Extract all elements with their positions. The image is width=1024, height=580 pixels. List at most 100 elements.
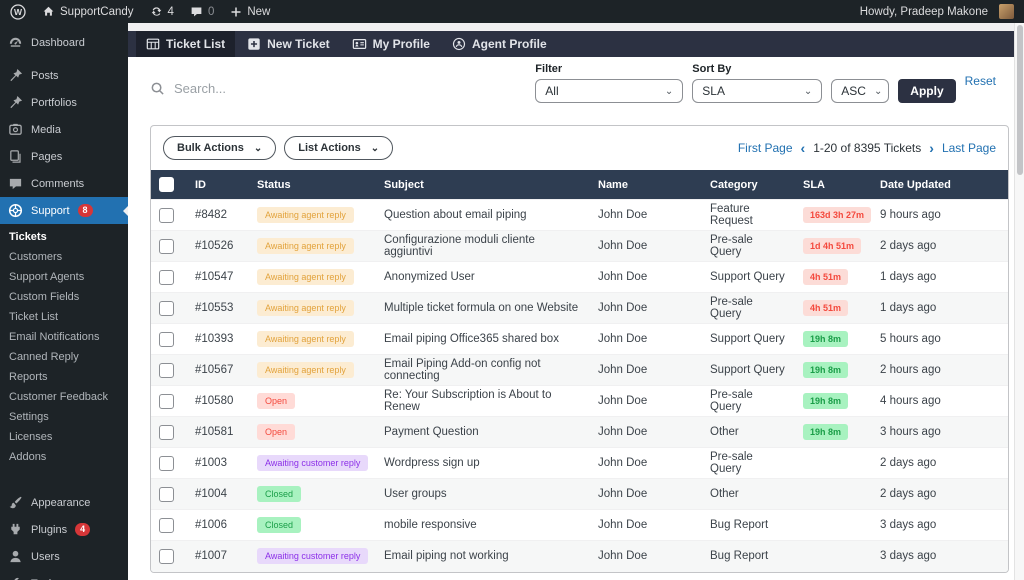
ticket-row[interactable]: #10526 Awaiting agent reply Configurazio… xyxy=(151,230,1008,262)
ticket-row[interactable]: #8482 Awaiting agent reply Question abou… xyxy=(151,199,1008,231)
ticket-id[interactable]: #10547 xyxy=(187,261,249,293)
ticket-row[interactable]: #1007 Awaiting customer reply Email pipi… xyxy=(151,540,1008,572)
submenu-item-support-agents[interactable]: Support Agents xyxy=(0,267,128,287)
ticket-id[interactable]: #10526 xyxy=(187,230,249,262)
sidebar-item-posts[interactable]: Posts xyxy=(0,62,128,89)
select-all-checkbox[interactable] xyxy=(159,177,174,192)
ticket-id[interactable]: #10580 xyxy=(187,385,249,417)
ticket-subject[interactable]: Configurazione moduli cliente aggiuntivi xyxy=(376,230,590,262)
ticket-id[interactable]: #10393 xyxy=(187,323,249,355)
account-menu[interactable]: Howdy, Pradeep Makone xyxy=(860,4,1014,19)
comments-menu[interactable]: 0 xyxy=(190,5,214,18)
ticket-row[interactable]: #10580 Open Re: Your Subscription is Abo… xyxy=(151,385,1008,417)
submenu-item-reports[interactable]: Reports xyxy=(0,367,128,387)
ticket-row[interactable]: #10581 Open Payment Question John Doe Ot… xyxy=(151,416,1008,448)
ticket-id[interactable]: #1004 xyxy=(187,478,249,510)
ticket-subject[interactable]: Payment Question xyxy=(376,416,590,448)
submenu-item-tickets[interactable]: Tickets xyxy=(0,227,128,247)
row-checkbox[interactable] xyxy=(159,269,174,285)
order-select[interactable]: ASC ⌄ xyxy=(831,79,890,103)
ticket-row[interactable]: #10547 Awaiting agent reply Anonymized U… xyxy=(151,261,1008,293)
submenu-item-customers[interactable]: Customers xyxy=(0,247,128,267)
row-checkbox[interactable] xyxy=(159,300,174,316)
submenu-item-custom-fields[interactable]: Custom Fields xyxy=(0,287,128,307)
ticket-row[interactable]: #10393 Awaiting agent reply Email piping… xyxy=(151,323,1008,355)
row-checkbox[interactable] xyxy=(159,238,174,254)
ticket-subject[interactable]: User groups xyxy=(376,478,590,510)
column-header-status[interactable]: Status xyxy=(249,170,376,200)
ticket-id[interactable]: #10553 xyxy=(187,292,249,324)
column-header-name[interactable]: Name xyxy=(590,170,702,200)
filter-select[interactable]: All ⌄ xyxy=(535,79,684,103)
reset-link[interactable]: Reset xyxy=(965,74,996,88)
sidebar-item-media[interactable]: Media xyxy=(0,116,128,143)
bulk-actions-button[interactable]: Bulk Actions ⌄ xyxy=(163,136,277,160)
next-page-icon[interactable]: › xyxy=(929,141,934,155)
column-header-sla[interactable]: SLA xyxy=(795,170,872,200)
submenu-item-licenses[interactable]: Licenses xyxy=(0,427,128,447)
column-header-category[interactable]: Category xyxy=(702,170,795,200)
page-scrollbar[interactable] xyxy=(1014,23,1024,580)
ticket-id[interactable]: #1003 xyxy=(187,447,249,479)
list-actions-button[interactable]: List Actions ⌄ xyxy=(284,136,394,160)
column-header-id[interactable]: ID xyxy=(187,170,249,200)
submenu-item-ticket-list[interactable]: Ticket List xyxy=(0,307,128,327)
row-checkbox[interactable] xyxy=(159,362,174,378)
scrollbar-thumb[interactable] xyxy=(1017,25,1023,175)
ticket-id[interactable]: #10581 xyxy=(187,416,249,448)
tab-ticket-list[interactable]: Ticket List xyxy=(136,31,236,57)
row-checkbox[interactable] xyxy=(159,207,174,223)
search-input[interactable] xyxy=(174,81,394,96)
sidebar-item-plugins[interactable]: Plugins 4 xyxy=(0,516,128,543)
row-checkbox[interactable] xyxy=(159,331,174,347)
row-checkbox[interactable] xyxy=(159,455,174,471)
ticket-subject[interactable]: Multiple ticket formula on one Website xyxy=(376,292,590,324)
prev-page-icon[interactable]: ‹ xyxy=(801,141,806,155)
sidebar-item-comments[interactable]: Comments xyxy=(0,170,128,197)
sidebar-item-dashboard[interactable]: Dashboard xyxy=(0,29,128,56)
wp-logo-menu[interactable]: W xyxy=(10,3,26,20)
sort-select[interactable]: SLA ⌄ xyxy=(692,79,823,103)
tab-new-ticket[interactable]: New Ticket xyxy=(237,31,339,57)
submenu-item-customer-feedback[interactable]: Customer Feedback xyxy=(0,387,128,407)
ticket-id[interactable]: #1007 xyxy=(187,540,249,572)
ticket-row[interactable]: #1004 Closed User groups John Doe Other … xyxy=(151,478,1008,510)
sidebar-item-users[interactable]: Users xyxy=(0,543,128,570)
tab-agent-profile[interactable]: Agent Profile xyxy=(442,31,557,57)
apply-button[interactable]: Apply xyxy=(898,79,956,103)
submenu-item-email-notifications[interactable]: Email Notifications xyxy=(0,327,128,347)
ticket-subject[interactable]: Question about email piping xyxy=(376,199,590,231)
ticket-subject[interactable]: Email piping Office365 shared box xyxy=(376,323,590,355)
ticket-subject[interactable]: Wordpress sign up xyxy=(376,447,590,479)
row-checkbox[interactable] xyxy=(159,393,174,409)
row-checkbox[interactable] xyxy=(159,548,174,564)
ticket-row[interactable]: #10567 Awaiting agent reply Email Piping… xyxy=(151,354,1008,386)
ticket-id[interactable]: #10567 xyxy=(187,354,249,386)
column-header-subject[interactable]: Subject xyxy=(376,170,590,200)
ticket-id[interactable]: #8482 xyxy=(187,199,249,231)
ticket-subject[interactable]: Email Piping Add-on config not connectin… xyxy=(376,354,590,386)
ticket-subject[interactable]: mobile responsive xyxy=(376,509,590,541)
submenu-item-canned-reply[interactable]: Canned Reply xyxy=(0,347,128,367)
sidebar-item-pages[interactable]: Pages xyxy=(0,143,128,170)
row-checkbox[interactable] xyxy=(159,486,174,502)
ticket-row[interactable]: #1006 Closed mobile responsive John Doe … xyxy=(151,509,1008,541)
site-name-menu[interactable]: SupportCandy xyxy=(42,5,134,18)
submenu-item-settings[interactable]: Settings xyxy=(0,407,128,427)
column-header-date-updated[interactable]: Date Updated xyxy=(872,170,1008,200)
sidebar-item-tools[interactable]: Tools xyxy=(0,570,128,580)
updates-menu[interactable]: 4 xyxy=(150,5,174,18)
last-page-link[interactable]: Last Page xyxy=(942,141,996,155)
ticket-row[interactable]: #1003 Awaiting customer reply Wordpress … xyxy=(151,447,1008,479)
ticket-subject[interactable]: Re: Your Subscription is About to Renew xyxy=(376,385,590,417)
sidebar-item-support[interactable]: Support 8 xyxy=(0,197,128,224)
tab-my-profile[interactable]: My Profile xyxy=(342,31,440,57)
sidebar-item-appearance[interactable]: Appearance xyxy=(0,489,128,516)
ticket-subject[interactable]: Anonymized User xyxy=(376,261,590,293)
ticket-row[interactable]: #10553 Awaiting agent reply Multiple tic… xyxy=(151,292,1008,324)
new-menu[interactable]: New xyxy=(230,6,270,18)
first-page-link[interactable]: First Page xyxy=(738,141,793,155)
submenu-item-addons[interactable]: Addons xyxy=(0,447,128,467)
ticket-id[interactable]: #1006 xyxy=(187,509,249,541)
row-checkbox[interactable] xyxy=(159,424,174,440)
